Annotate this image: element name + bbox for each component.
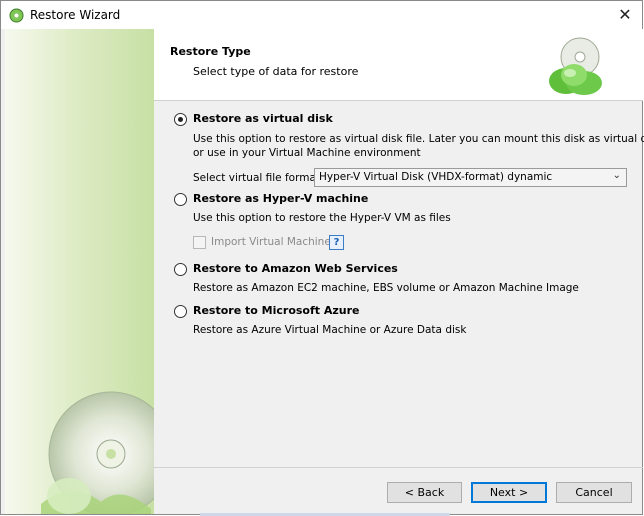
radio-hyper-v[interactable]: [174, 193, 187, 206]
option-description: Restore as Azure Virtual Machine or Azur…: [193, 324, 467, 336]
page-title: Restore Type: [170, 45, 251, 58]
select-value: Hyper-V Virtual Disk (VHDX-format) dynam…: [319, 171, 553, 183]
import-vm-checkbox[interactable]: [193, 236, 206, 249]
chevron-down-icon: ⌄: [612, 170, 621, 181]
cancel-button[interactable]: Cancel: [556, 482, 632, 503]
restore-wizard-window: Restore Wizard ✕ Restore Type Select typ…: [0, 0, 644, 515]
option-label[interactable]: Restore as virtual disk: [193, 112, 333, 125]
option-description: Use this option to restore the Hyper-V V…: [193, 212, 451, 224]
radio-virtual-disk[interactable]: [174, 113, 187, 126]
help-icon[interactable]: ?: [329, 235, 344, 250]
app-icon: [9, 8, 24, 23]
footer-divider: [154, 467, 643, 468]
option-description: Use this option to restore as virtual di…: [193, 133, 644, 145]
side-banner: [5, 29, 154, 514]
window-title: Restore Wizard: [30, 8, 121, 22]
import-vm-label: Import Virtual Machine: [211, 236, 331, 248]
disc-graphic-icon: [41, 391, 154, 514]
next-button[interactable]: Next >: [471, 482, 547, 503]
option-label[interactable]: Restore to Amazon Web Services: [193, 262, 398, 275]
virtual-file-format-select[interactable]: Hyper-V Virtual Disk (VHDX-format) dynam…: [314, 168, 627, 187]
radio-azure[interactable]: [174, 305, 187, 318]
option-description: Restore as Amazon EC2 machine, EBS volum…: [193, 282, 579, 294]
option-label[interactable]: Restore to Microsoft Azure: [193, 304, 359, 317]
cd-cloud-icon: [549, 37, 602, 95]
wizard-header: Restore Type Select type of data for res…: [154, 29, 643, 101]
option-description: or use in your Virtual Machine environme…: [193, 147, 421, 159]
option-label[interactable]: Restore as Hyper-V machine: [193, 192, 368, 205]
close-button[interactable]: ✕: [608, 1, 642, 29]
back-button[interactable]: < Back: [387, 482, 462, 503]
radio-aws[interactable]: [174, 263, 187, 276]
format-label: Select virtual file format:: [193, 172, 324, 184]
title-bar: Restore Wizard ✕: [1, 1, 642, 29]
page-subtitle: Select type of data for restore: [193, 65, 359, 78]
